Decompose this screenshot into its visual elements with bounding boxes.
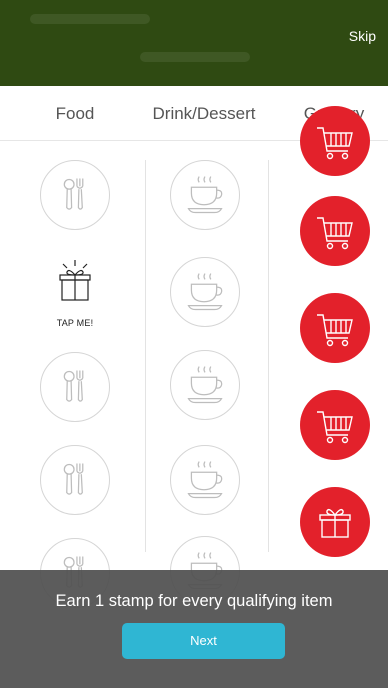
grocery-reward-stamp[interactable]	[300, 487, 370, 557]
blurred-header-subtext	[140, 52, 250, 62]
utensils-icon	[63, 178, 84, 210]
column-divider	[145, 160, 146, 552]
app-header: Skip	[0, 0, 388, 86]
utensils-icon	[63, 463, 84, 495]
overlay-message: Earn 1 stamp for every qualifying item	[55, 592, 333, 610]
drink-stamp-empty[interactable]	[170, 445, 240, 515]
blurred-header-text	[30, 14, 150, 24]
grocery-stamp-filled[interactable]	[300, 196, 370, 266]
onboarding-overlay: Earn 1 stamp for every qualifying item N…	[0, 570, 388, 688]
gift-icon	[319, 508, 351, 538]
coffee-cup-icon	[187, 366, 223, 404]
tab-drink-dessert[interactable]: Drink/Dessert	[140, 86, 268, 140]
shopping-cart-icon	[317, 127, 353, 160]
grocery-stamp-filled[interactable]	[300, 390, 370, 460]
drink-stamp-empty[interactable]	[170, 257, 240, 327]
shopping-cart-icon	[317, 314, 353, 347]
drink-stamp-empty[interactable]	[170, 350, 240, 420]
grocery-stamp-filled[interactable]	[300, 106, 370, 176]
coffee-cup-icon	[187, 176, 223, 214]
shopping-cart-icon	[317, 217, 353, 250]
tap-me-label[interactable]: TAP ME!	[50, 318, 100, 328]
reward-gift-icon[interactable]	[55, 258, 95, 304]
coffee-cup-icon	[187, 273, 223, 311]
column-divider	[268, 160, 269, 552]
next-button[interactable]: Next	[122, 623, 285, 659]
tab-food[interactable]: Food	[35, 86, 115, 140]
food-stamp-empty[interactable]	[40, 160, 110, 230]
utensils-icon	[63, 370, 84, 402]
drink-stamp-empty[interactable]	[170, 160, 240, 230]
coffee-cup-icon	[187, 461, 223, 499]
food-stamp-empty[interactable]	[40, 352, 110, 422]
food-stamp-empty[interactable]	[40, 445, 110, 515]
shopping-cart-icon	[317, 411, 353, 444]
grocery-stamp-filled[interactable]	[300, 293, 370, 363]
skip-button[interactable]: Skip	[349, 28, 376, 44]
